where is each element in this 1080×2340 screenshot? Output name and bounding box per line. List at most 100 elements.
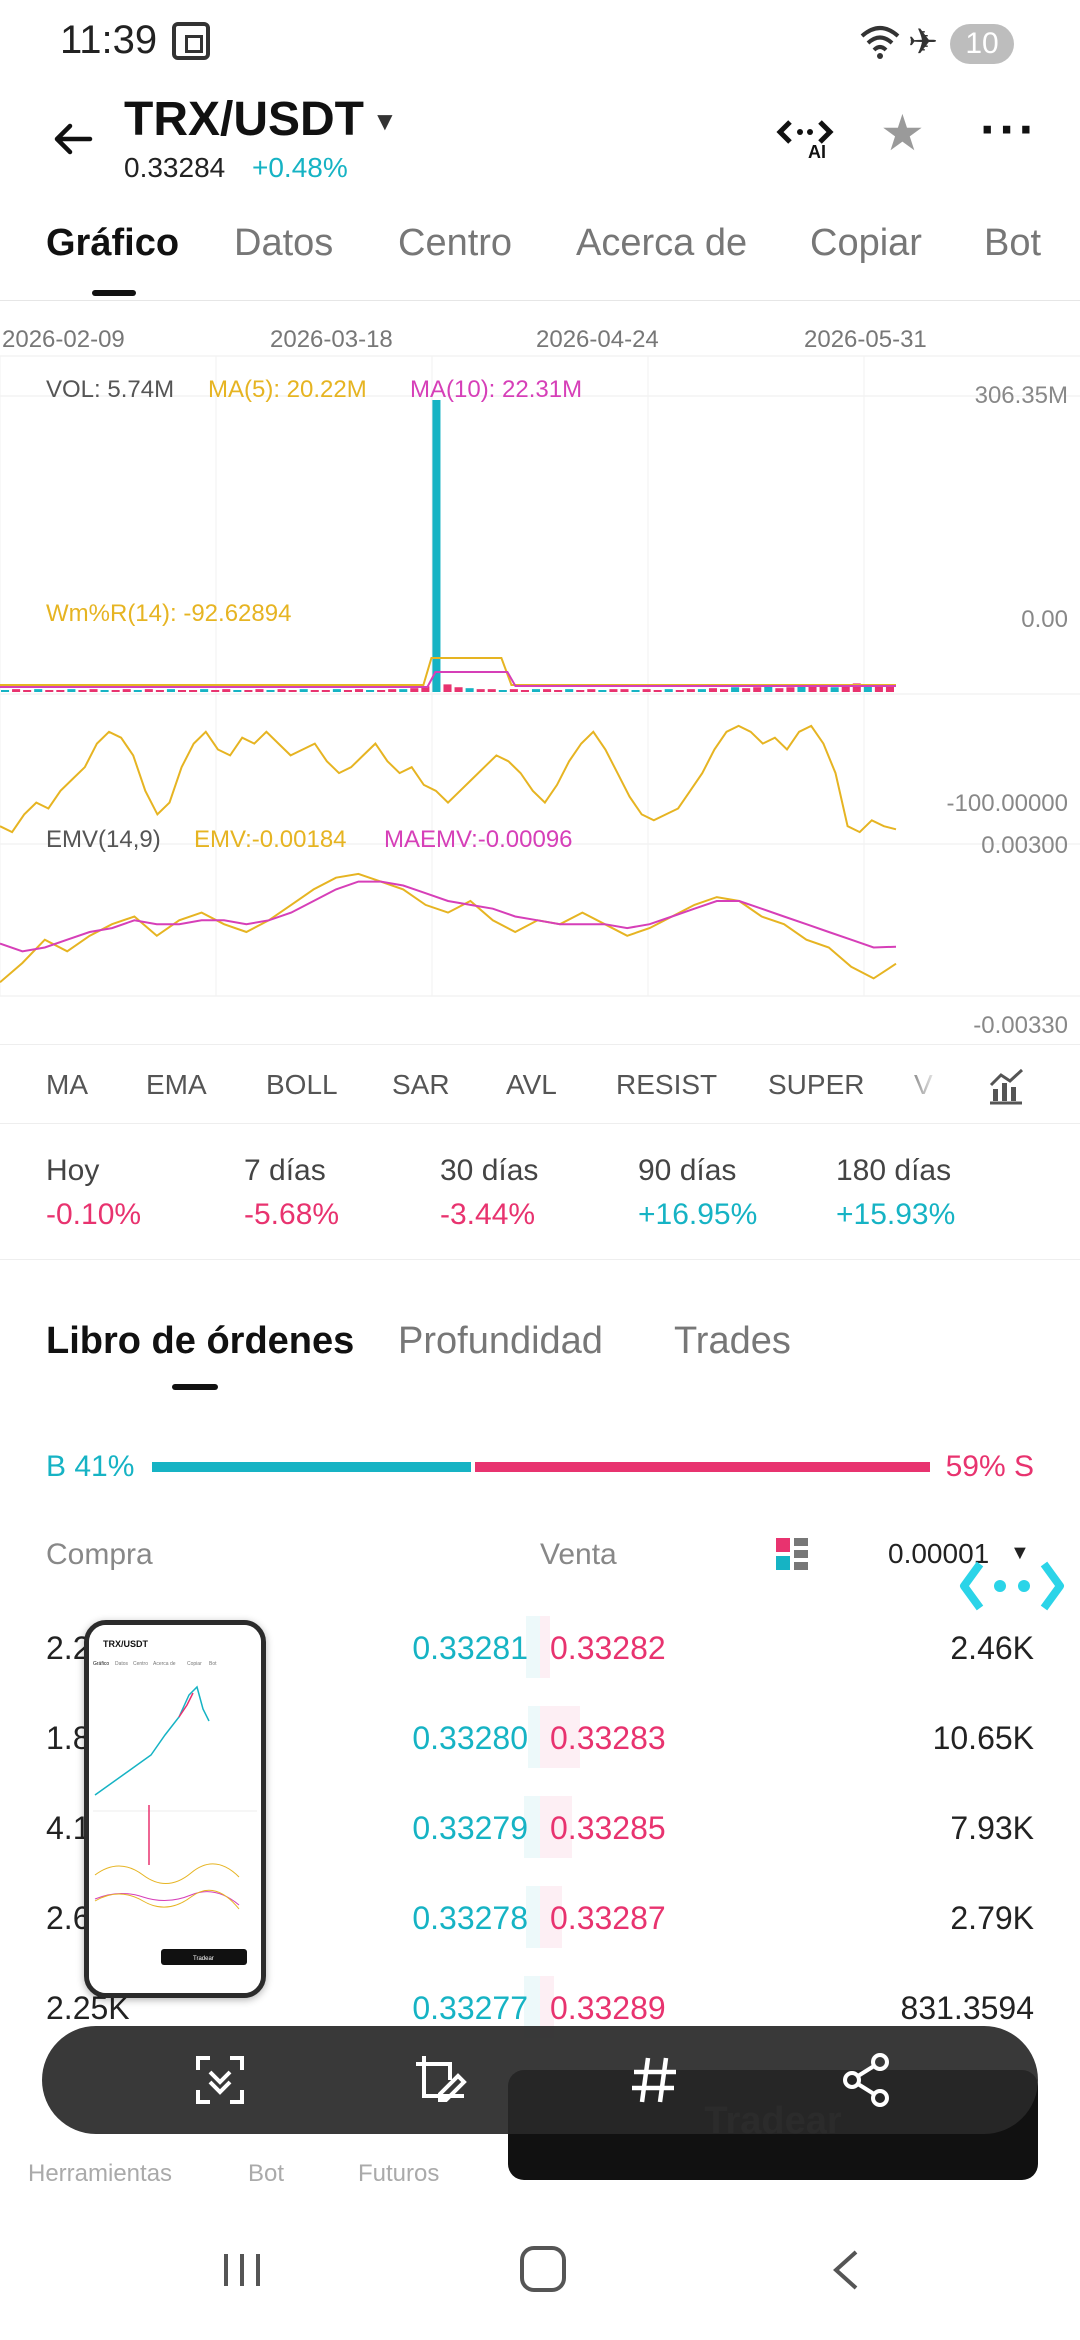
- wmr-series-line: [0, 724, 897, 834]
- tab-trades[interactable]: Trades: [674, 1320, 791, 1363]
- volume-bar: [56, 690, 65, 692]
- indicator-ema-button[interactable]: EMA: [146, 1069, 207, 1101]
- volume-bar: [476, 689, 485, 692]
- volume-bar: [465, 688, 474, 692]
- nav-bot[interactable]: Bot: [248, 2160, 284, 2188]
- tab-grafico[interactable]: Gráfico: [46, 222, 179, 265]
- screenshot-thumbnail-preview: TRX/USDT Gráfico Datos Centro Acerca de …: [89, 1625, 261, 1993]
- recent-apps-icon[interactable]: [220, 2250, 264, 2290]
- emv-label: EMV(14,9): [46, 826, 161, 853]
- buy-ratio-bar: [152, 1462, 471, 1472]
- favorite-star-icon[interactable]: ★: [880, 108, 925, 158]
- buy-price: 0.33280: [412, 1720, 528, 1756]
- header: TRX/USDT ▼ 0.33284 +0.48% AI ★ ···: [0, 86, 1080, 196]
- indicator-avl-button[interactable]: AVL: [506, 1069, 557, 1101]
- volume-bar: [133, 690, 142, 692]
- more-options-icon[interactable]: ···: [980, 100, 1038, 160]
- sell-price: 0.33282: [550, 1630, 666, 1666]
- indicator-boll-button[interactable]: BOLL: [266, 1069, 338, 1101]
- volume-bar: [1, 690, 10, 692]
- volume-bar: [67, 689, 76, 692]
- pip-trade: Tradear: [193, 1956, 214, 1962]
- volume-bar: [531, 689, 541, 692]
- volume-bar: [410, 688, 419, 692]
- tab-acerca-de[interactable]: Acerca de: [576, 222, 747, 265]
- floating-assistant-icon[interactable]: [958, 1556, 1066, 1616]
- airplane-icon: ✈: [908, 21, 939, 62]
- volume-bar: [388, 689, 397, 692]
- volume-bar: [631, 690, 640, 692]
- screenshot-toolbar: [42, 2026, 1038, 2134]
- emv-axis-max: 0.00300: [981, 832, 1068, 859]
- nav-herramientas[interactable]: Herramientas: [28, 2160, 172, 2188]
- hashtag-icon[interactable]: [624, 2050, 684, 2110]
- volume-bar: [89, 689, 98, 692]
- pip-tab: Copiar: [187, 1661, 202, 1667]
- volume-bar: [664, 689, 673, 692]
- tab-datos[interactable]: Datos: [234, 222, 333, 265]
- volume-bar: [321, 690, 330, 692]
- pair-title[interactable]: TRX/USDT: [124, 92, 364, 147]
- buy-column-header: Compra: [46, 1538, 153, 1571]
- volume-bar: [34, 689, 43, 692]
- crop-edit-icon[interactable]: [410, 2050, 470, 2110]
- back-arrow-icon[interactable]: [50, 116, 96, 162]
- system-back-icon[interactable]: [826, 2246, 866, 2294]
- tab-centro[interactable]: Centro: [398, 222, 512, 265]
- sell-price: 0.33289: [550, 1990, 666, 2026]
- volume-bar: [377, 690, 386, 692]
- scroll-capture-icon[interactable]: [190, 2050, 250, 2110]
- volume-bar: [432, 400, 441, 692]
- orderbook-layout-icon[interactable]: [774, 1536, 810, 1572]
- indicator-ma-button[interactable]: MA: [46, 1069, 88, 1101]
- volume-bar: [675, 690, 684, 692]
- chart-settings-icon[interactable]: [986, 1067, 1026, 1107]
- perf-label: 30 días: [440, 1154, 539, 1187]
- indicator-resist-button[interactable]: RESIST: [616, 1069, 717, 1101]
- orderbook-tabs: Libro de órdenes Profundidad Trades: [0, 1300, 1080, 1400]
- nav-futuros[interactable]: Futuros: [358, 2160, 439, 2188]
- volume-bar: [189, 690, 198, 692]
- status-time: 11:39: [60, 18, 158, 62]
- vol-axis-max: 306.35M: [974, 382, 1068, 409]
- emv-axis-min: -0.00330: [973, 1012, 1068, 1039]
- volume-bar: [520, 690, 529, 692]
- share-icon[interactable]: [838, 2050, 898, 2110]
- pair-dropdown-caret-icon[interactable]: ▼: [372, 106, 398, 137]
- volume-bar: [720, 689, 729, 692]
- volume-bar: [310, 690, 319, 692]
- wmr-axis-min: -100.00000: [946, 790, 1068, 817]
- screenshot-thumbnail[interactable]: TRX/USDT Gráfico Datos Centro Acerca de …: [84, 1620, 266, 1998]
- volume-bar: [111, 690, 120, 692]
- volume-bar: [498, 690, 507, 692]
- tab-bot[interactable]: Bot: [984, 222, 1041, 265]
- sell-column-header: Venta: [540, 1538, 617, 1571]
- tab-profundidad[interactable]: Profundidad: [398, 1320, 603, 1363]
- tab-copiar[interactable]: Copiar: [810, 222, 922, 265]
- volume-bar: [587, 689, 596, 692]
- volume-bar: [255, 689, 264, 692]
- emv-series-line: [0, 872, 897, 984]
- home-icon[interactable]: [520, 2246, 566, 2292]
- sell-price: 0.33283: [550, 1720, 666, 1756]
- status-bar: 11:39 ✈ 10: [0, 0, 1080, 86]
- indicator-super-button[interactable]: SUPER: [768, 1069, 864, 1101]
- chart-area[interactable]: 2026-02-09 2026-03-18 2026-04-24 2026-05…: [0, 300, 1080, 1042]
- volume-bar: [708, 688, 718, 692]
- vol-ma10-label: MA(10): 22.31M: [410, 376, 583, 403]
- pair-change: +0.48%: [252, 152, 348, 183]
- volume-bar: [620, 689, 629, 692]
- volume-bar: [775, 688, 784, 692]
- indicator-charts: [0, 355, 1080, 997]
- buy-price: 0.33277: [412, 1990, 528, 2026]
- buy-depth-bar: [526, 1616, 540, 1678]
- volume-bar: [742, 688, 751, 692]
- buy-price: 0.33281: [412, 1630, 528, 1666]
- ai-assistant-icon[interactable]: AI: [776, 116, 836, 166]
- pip-tab: Centro: [133, 1661, 148, 1667]
- pip-tab: Datos: [115, 1661, 129, 1667]
- volume-bar: [354, 689, 364, 692]
- volume-bar: [45, 690, 54, 692]
- tab-libro-de-ordenes[interactable]: Libro de órdenes: [46, 1320, 354, 1363]
- indicator-sar-button[interactable]: SAR: [392, 1069, 450, 1101]
